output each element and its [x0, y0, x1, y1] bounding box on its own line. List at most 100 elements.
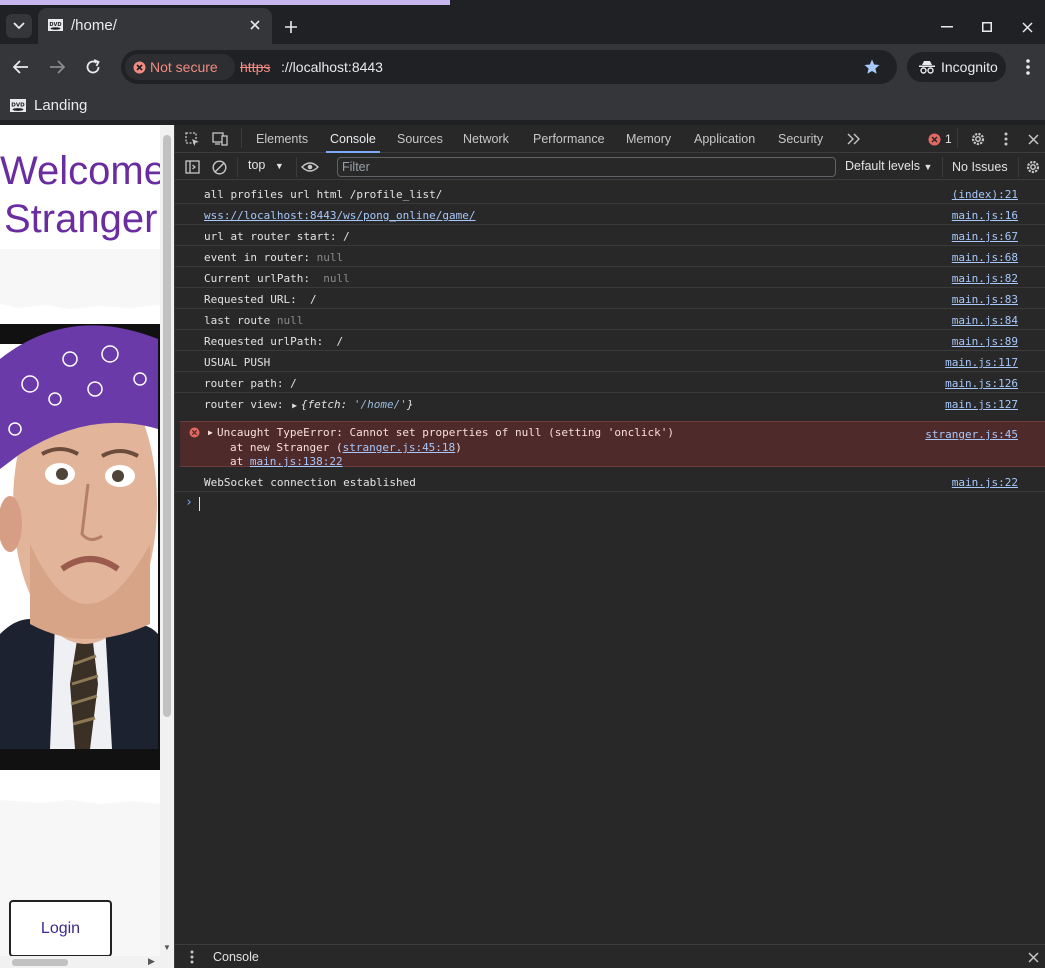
devtools-drawer-bar: Console: [175, 944, 1045, 968]
device-toolbar-button[interactable]: [211, 130, 229, 148]
message-null-value: null: [323, 272, 350, 285]
stack-link[interactable]: main.js:138:22: [250, 455, 343, 468]
console-message: WebSocket connection established main.js…: [175, 471, 1045, 492]
address-bar[interactable]: Not secure https ://localhost:8443: [121, 50, 897, 84]
message-source-link[interactable]: (index):21: [952, 188, 1018, 201]
devtools-menu-button[interactable]: [997, 130, 1015, 148]
tab-console[interactable]: Console: [326, 125, 380, 153]
more-vert-icon: [1004, 132, 1008, 146]
toolbar-divider: [241, 128, 242, 148]
incognito-button[interactable]: Incognito: [907, 52, 1006, 82]
tab-search-button[interactable]: [6, 14, 32, 38]
message-source-link[interactable]: main.js:126: [945, 377, 1018, 390]
log-levels-dropdown[interactable]: Default levels ▼: [845, 159, 932, 173]
message-source-link[interactable]: main.js:68: [952, 251, 1018, 264]
console-filter-input[interactable]: [337, 157, 836, 177]
console-message: router path: / main.js:126: [175, 372, 1045, 393]
dvd-favicon-icon: DVD: [10, 98, 26, 112]
object-preview[interactable]: {fetch: '/home/'}: [301, 398, 414, 411]
more-tabs-button[interactable]: [845, 130, 863, 148]
clear-console-button[interactable]: [210, 158, 228, 176]
message-source-link[interactable]: main.js:84: [952, 314, 1018, 327]
console-input-caret[interactable]: [199, 497, 200, 511]
tab-application[interactable]: Application: [694, 125, 755, 153]
bookmark-landing[interactable]: DVD Landing: [10, 95, 87, 115]
hero-section: [0, 249, 160, 968]
inspect-element-button[interactable]: [183, 130, 201, 148]
more-vert-icon: [1026, 59, 1030, 75]
close-devtools-button[interactable]: [1024, 130, 1042, 148]
not-secure-label: Not secure: [150, 59, 218, 75]
drawer-tab-console[interactable]: Console: [213, 950, 259, 964]
arrow-right-icon: [50, 60, 65, 74]
console-settings-button[interactable]: [1024, 158, 1042, 176]
minimize-icon: [941, 26, 953, 28]
tab-network[interactable]: Network: [463, 125, 509, 153]
close-window-button[interactable]: [1015, 15, 1039, 39]
scroll-right-arrow-icon[interactable]: ▶: [148, 956, 155, 967]
arrow-left-icon: [13, 60, 28, 74]
message-source-link[interactable]: main.js:127: [945, 398, 1018, 411]
object-key: {fetch:: [300, 398, 354, 411]
login-button[interactable]: Login: [9, 900, 112, 957]
message-text: Requested URL: /: [204, 293, 317, 306]
page-scroll-thumb[interactable]: [163, 135, 171, 717]
device-icon: [212, 132, 228, 146]
devtools-settings-button[interactable]: [969, 130, 987, 148]
message-label: router view:: [204, 398, 291, 411]
message-source-link[interactable]: main.js:83: [952, 293, 1018, 306]
minimize-button[interactable]: [935, 15, 959, 39]
message-source-link[interactable]: main.js:22: [952, 476, 1018, 489]
error-icon: [189, 427, 200, 438]
scroll-down-arrow-icon[interactable]: ▼: [163, 943, 171, 952]
context-selector[interactable]: top ▼: [248, 158, 284, 172]
message-null-value: null: [316, 251, 344, 264]
title-line-2: Stranger: [4, 197, 158, 241]
page-horizontal-scrollbar[interactable]: ▶: [0, 956, 160, 968]
console-message: last route null main.js:84: [175, 309, 1045, 330]
expand-arrow-icon[interactable]: ▶: [292, 401, 297, 410]
tab-memory[interactable]: Memory: [626, 125, 671, 153]
message-source-link[interactable]: main.js:89: [952, 335, 1018, 348]
error-source-link[interactable]: stranger.js:45: [925, 428, 1018, 441]
error-counter[interactable]: 1: [928, 132, 952, 146]
tab-sources[interactable]: Sources: [397, 125, 443, 153]
browser-tab[interactable]: DVD /home/: [38, 8, 272, 44]
drawer-menu-button[interactable]: [183, 948, 201, 966]
more-vert-icon: [190, 950, 194, 964]
tab-elements[interactable]: Elements: [256, 125, 308, 153]
stack-link[interactable]: stranger.js:45:18: [343, 441, 456, 454]
message-source-link[interactable]: main.js:67: [952, 230, 1018, 243]
message-source-link[interactable]: main.js:82: [952, 272, 1018, 285]
page-hscroll-thumb[interactable]: [12, 959, 68, 966]
live-expression-button[interactable]: [301, 158, 319, 176]
console-message: wss://localhost:8443/ws/pong_online/game…: [175, 204, 1045, 225]
close-drawer-button[interactable]: [1024, 948, 1042, 966]
sidebar-toggle-button[interactable]: [183, 158, 201, 176]
toolbar-divider: [237, 157, 238, 177]
tab-security[interactable]: Security: [778, 125, 823, 153]
forward-button[interactable]: [45, 55, 69, 79]
issues-button[interactable]: No Issues: [952, 160, 1008, 174]
reload-button[interactable]: [81, 55, 105, 79]
message-source-link[interactable]: main.js:117: [945, 356, 1018, 369]
console-message: router view: ▶ {fetch: '/home/'} main.js:…: [175, 393, 1045, 414]
back-button[interactable]: [9, 55, 33, 79]
maximize-button[interactable]: [975, 15, 999, 39]
url-scheme: https: [240, 59, 271, 75]
console-message: USUAL PUSH main.js:117: [175, 351, 1045, 372]
tab-close-button[interactable]: [246, 16, 264, 34]
console-error-message: ▶ Uncaught TypeError: Cannot set propert…: [180, 421, 1045, 468]
message-null-value: null: [276, 314, 304, 327]
tab-performance[interactable]: Performance: [533, 125, 605, 153]
message-source-link[interactable]: main.js:16: [952, 209, 1018, 222]
tab-strip: DVD /home/: [0, 5, 1045, 44]
new-tab-button[interactable]: [280, 16, 302, 38]
maximize-icon: [982, 22, 992, 32]
bookmark-star-button[interactable]: [861, 56, 883, 78]
page-vertical-scrollbar[interactable]: ▼: [160, 125, 174, 968]
bookmark-label: Landing: [34, 96, 88, 114]
message-url-link[interactable]: wss://localhost:8443/ws/pong_online/game…: [204, 209, 476, 222]
browser-menu-button[interactable]: [1018, 55, 1038, 79]
expand-arrow-icon[interactable]: ▶: [208, 428, 213, 437]
